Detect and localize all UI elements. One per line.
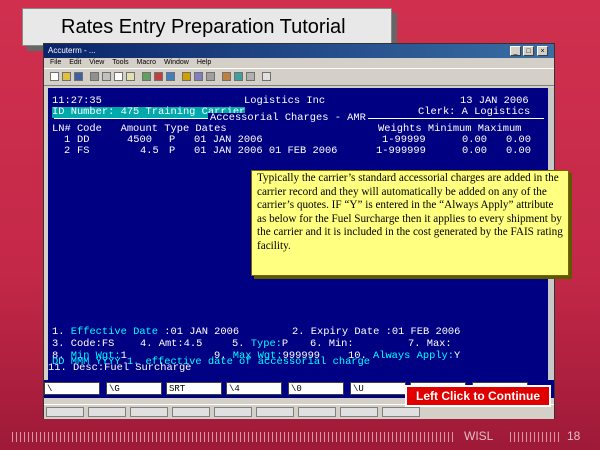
keyboard-icon[interactable] <box>206 72 215 81</box>
paste-icon[interactable] <box>126 72 135 81</box>
field-7-max[interactable]: 7. Max: <box>408 339 452 350</box>
macro-icon[interactable] <box>182 72 191 81</box>
window-titlebar: Accuterm - ... <box>44 44 554 58</box>
taskbar-item[interactable] <box>340 407 378 417</box>
transfer-icon[interactable] <box>194 72 203 81</box>
row-2-code: FS <box>77 145 90 157</box>
row-2-type: P <box>169 145 176 157</box>
fkey-field-5[interactable]: \0 <box>288 382 344 395</box>
continue-button[interactable]: Left Click to Continue <box>405 385 551 407</box>
connect-icon[interactable] <box>142 72 151 81</box>
save-icon[interactable] <box>74 72 83 81</box>
menu-view[interactable]: View <box>89 59 104 66</box>
taskbar-item[interactable] <box>298 407 336 417</box>
taskbar-item[interactable] <box>88 407 126 417</box>
taskbar-item[interactable] <box>46 407 84 417</box>
footer-decoration <box>12 432 456 442</box>
footer-brand: WISL <box>464 429 494 443</box>
field-5-type[interactable]: 5. Type:P <box>232 339 288 350</box>
menu-file[interactable]: File <box>50 59 61 66</box>
menu-edit[interactable]: Edit <box>69 59 81 66</box>
capture-icon[interactable] <box>222 72 231 81</box>
close-icon[interactable]: × <box>537 46 548 56</box>
page-number: 18 <box>567 429 581 443</box>
menu-macro[interactable]: Macro <box>137 59 156 66</box>
help-prompt: DD MMM YYYY 1. effective date of accesso… <box>52 356 371 368</box>
minimize-icon[interactable]: _ <box>510 46 521 56</box>
print-icon[interactable] <box>90 72 99 81</box>
open-icon[interactable] <box>62 72 71 81</box>
clerk-name: Clerk: A Logistics <box>418 106 531 118</box>
section-title: Accessorial Charges - AMR <box>208 112 368 124</box>
settings-icon[interactable] <box>166 72 175 81</box>
taskbar-item[interactable] <box>172 407 210 417</box>
new-icon[interactable] <box>50 72 59 81</box>
cut-icon[interactable] <box>102 72 111 81</box>
company-name: Logistics Inc <box>244 95 326 107</box>
footer-decoration-right <box>510 432 560 442</box>
explanation-callout: Typically the carrier’s standard accesso… <box>251 170 569 276</box>
copy-icon[interactable] <box>114 72 123 81</box>
field-4-amount[interactable]: 4. Amt:4.5 <box>140 339 202 350</box>
fkey-field-4[interactable]: \4 <box>226 382 282 395</box>
menu-help[interactable]: Help <box>197 59 211 66</box>
taskbar-item[interactable] <box>214 407 252 417</box>
help-icon[interactable] <box>262 72 271 81</box>
field-6-min[interactable]: 6. Min: <box>310 339 354 350</box>
row-2-dates: 01 JAN 2006 01 FEB 2006 <box>194 145 338 157</box>
row-2-amount: 4.5 <box>140 145 159 157</box>
slide-title: Rates Entry Preparation Tutorial <box>22 8 392 46</box>
maximize-icon[interactable]: □ <box>523 46 534 56</box>
row-2-ln: 2 <box>64 145 71 157</box>
disconnect-icon[interactable] <box>154 72 163 81</box>
menu-tools[interactable]: Tools <box>112 59 128 66</box>
fkey-field-3[interactable]: SRT <box>166 382 222 395</box>
fkey-field-2[interactable]: \G <box>106 382 162 395</box>
taskbar-item[interactable] <box>130 407 168 417</box>
menu-window[interactable]: Window <box>164 59 189 66</box>
fkey-field-1[interactable]: \ <box>44 382 100 395</box>
menu-bar: File Edit View Tools Macro Window Help <box>44 58 554 68</box>
row-2-maximum: 0.00 <box>506 145 531 157</box>
toolbar <box>44 68 554 86</box>
field-3-code[interactable]: 3. Code:FS <box>52 339 114 350</box>
taskbar-item[interactable] <box>382 407 420 417</box>
fkey-field-6[interactable]: \U <box>350 382 406 395</box>
tools-icon[interactable] <box>246 72 255 81</box>
row-2-weights: 1-999999 <box>376 145 426 157</box>
taskbar-item[interactable] <box>256 407 294 417</box>
field-2-expiry-date[interactable]: 2. Expiry Date :01 FEB 2006 <box>292 327 460 338</box>
field-1-effective-date[interactable]: 1. Effective Date :01 JAN 2006 <box>52 327 239 338</box>
row-2-minimum: 0.00 <box>462 145 487 157</box>
record-icon[interactable] <box>234 72 243 81</box>
